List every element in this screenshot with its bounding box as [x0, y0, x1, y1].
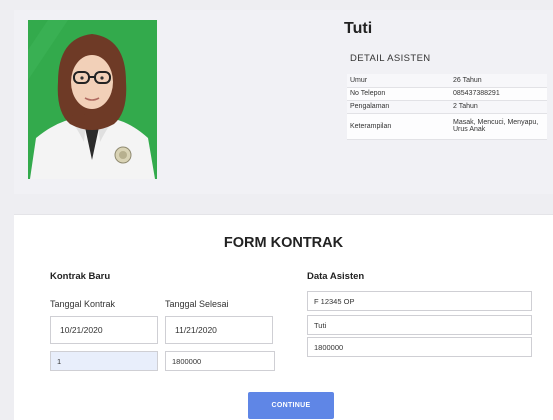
detail-section-title: DETAIL ASISTEN	[350, 53, 431, 64]
contract-date-input[interactable]: 10/21/2020	[50, 316, 158, 344]
end-date-label: Tanggal Selesai	[165, 299, 229, 309]
detail-key: No Telepon	[347, 87, 450, 101]
detail-value: 26 Tahun	[450, 74, 547, 88]
salary-input[interactable]: 1800000	[307, 337, 532, 357]
continue-button[interactable]: CONTINUE	[248, 392, 334, 419]
assistant-data-heading: Data Asisten	[307, 271, 365, 282]
form-title: FORM KONTRAK	[223, 235, 344, 251]
detail-key: Umur	[347, 74, 450, 88]
detail-value: 085437388291	[450, 87, 547, 101]
detail-value: Masak, Mencuci, Menyapu, Urus Anak	[450, 113, 547, 140]
detail-row: Pengalaman 2 Tahun	[347, 100, 547, 114]
detail-value: 2 Tahun	[450, 100, 547, 114]
assistant-code-input[interactable]: F 12345 OP	[307, 291, 532, 311]
end-date-input[interactable]: 11/21/2020	[165, 316, 273, 344]
detail-key: Pengalaman	[347, 100, 450, 114]
new-contract-heading: Kontrak Baru	[50, 271, 111, 282]
assistant-name-input[interactable]: Tuti	[307, 315, 532, 335]
duration-input[interactable]: 1	[50, 351, 158, 371]
detail-key: Keterampilan	[347, 113, 450, 140]
detail-row: Umur 26 Tahun	[347, 74, 547, 88]
assistant-detail-table: Umur 26 Tahun No Telepon 085437388291 Pe…	[347, 74, 547, 140]
detail-row: Keterampilan Masak, Mencuci, Menyapu, Ur…	[347, 113, 547, 140]
contract-form-card: FORM KONTRAK Kontrak Baru Tanggal Kontra…	[14, 214, 553, 420]
total-amount-input[interactable]: 1800000	[165, 351, 275, 371]
assistant-name: Tuti	[344, 20, 373, 37]
detail-row: No Telepon 085437388291	[347, 87, 547, 101]
assistant-profile-card: Tuti DETAIL ASISTEN Umur 26 Tahun No Tel…	[14, 10, 553, 194]
assistant-photo	[28, 20, 157, 179]
contract-date-label: Tanggal Kontrak	[50, 299, 116, 309]
